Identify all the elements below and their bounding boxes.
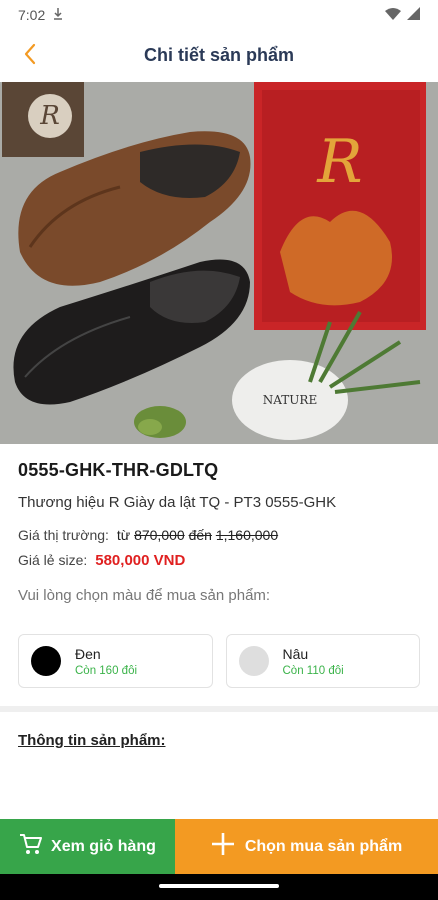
- color-name: Nâu: [282, 645, 309, 662]
- section-divider: [0, 706, 438, 712]
- market-price-label: Giá thị trường:: [18, 527, 109, 543]
- choose-color-prompt: Vui lòng chọn màu để mua sản phẩm:: [18, 587, 271, 604]
- svg-text:R: R: [316, 127, 362, 197]
- product-sku: 0555-GHK-THR-GDLTQ: [18, 460, 219, 480]
- product-brand-line: Thương hiệu R Giày da lật TQ - PT3 0555-…: [18, 494, 337, 511]
- market-price-max: 1,160,000: [215, 527, 279, 543]
- color-swatch: [238, 646, 269, 676]
- market-price-to: đến: [188, 527, 212, 543]
- buy-product-label: Chọn mua sản phẩm: [244, 837, 403, 855]
- status-bar: 7:02: [0, 0, 438, 30]
- retail-price-label: Giá lẻ size:: [18, 552, 88, 568]
- retail-price: 580,000 VND: [95, 552, 186, 569]
- plus-icon: [211, 832, 235, 861]
- app-header: Chi tiết sản phẩm: [0, 30, 438, 80]
- color-option-black[interactable]: Đen Còn 160 đôi: [18, 634, 213, 688]
- color-option-brown[interactable]: Nâu Còn 110 đôi: [225, 634, 420, 688]
- color-swatch: [31, 646, 61, 676]
- svg-text:NATURE: NATURE: [263, 393, 317, 407]
- market-price-min: 870,000: [134, 527, 185, 543]
- svg-text:R: R: [39, 101, 60, 131]
- status-time: 7:02: [18, 7, 46, 23]
- page-title: Chi tiết sản phẩm: [143, 44, 295, 65]
- product-image: R R NATURE: [0, 82, 438, 444]
- bottom-action-bar: Xem giỏ hàng Chọn mua sản phẩm: [0, 819, 438, 874]
- market-price-from: từ: [116, 527, 131, 543]
- status-icons: [385, 7, 420, 23]
- color-stock: Còn 160 đôi: [75, 664, 138, 677]
- buy-product-button[interactable]: Chọn mua sản phẩm: [175, 819, 438, 874]
- color-name: Đen: [75, 645, 101, 662]
- market-price-value: từ 870,000 đến 1,160,000: [117, 527, 278, 543]
- view-cart-button[interactable]: Xem giỏ hàng: [0, 819, 175, 874]
- download-icon: [53, 7, 63, 23]
- chevron-left-icon: [23, 43, 37, 70]
- system-nav-bar: [0, 874, 438, 900]
- color-stock: Còn 110 đôi: [282, 664, 344, 677]
- cart-icon: [19, 833, 43, 860]
- product-info: 0555-GHK-THR-GDLTQ Thương hiệu R Giày da…: [18, 460, 420, 604]
- view-cart-label: Xem giỏ hàng: [51, 837, 156, 855]
- signal-icon: [407, 7, 420, 23]
- home-indicator[interactable]: [159, 884, 279, 888]
- product-info-title: Thông tin sản phẩm:: [18, 732, 166, 749]
- wifi-icon: [385, 7, 401, 23]
- color-option-text: Đen Còn 160 đôi: [75, 646, 137, 677]
- back-button[interactable]: [14, 40, 46, 72]
- market-price-row: Giá thị trường: từ 870,000 đến 1,160,000: [18, 527, 420, 543]
- color-option-text: Nâu Còn 110 đôi: [283, 646, 344, 677]
- retail-price-row: Giá lẻ size: 580,000 VND: [18, 552, 420, 569]
- color-options: Đen Còn 160 đôi Nâu Còn 110 đôi: [18, 634, 420, 688]
